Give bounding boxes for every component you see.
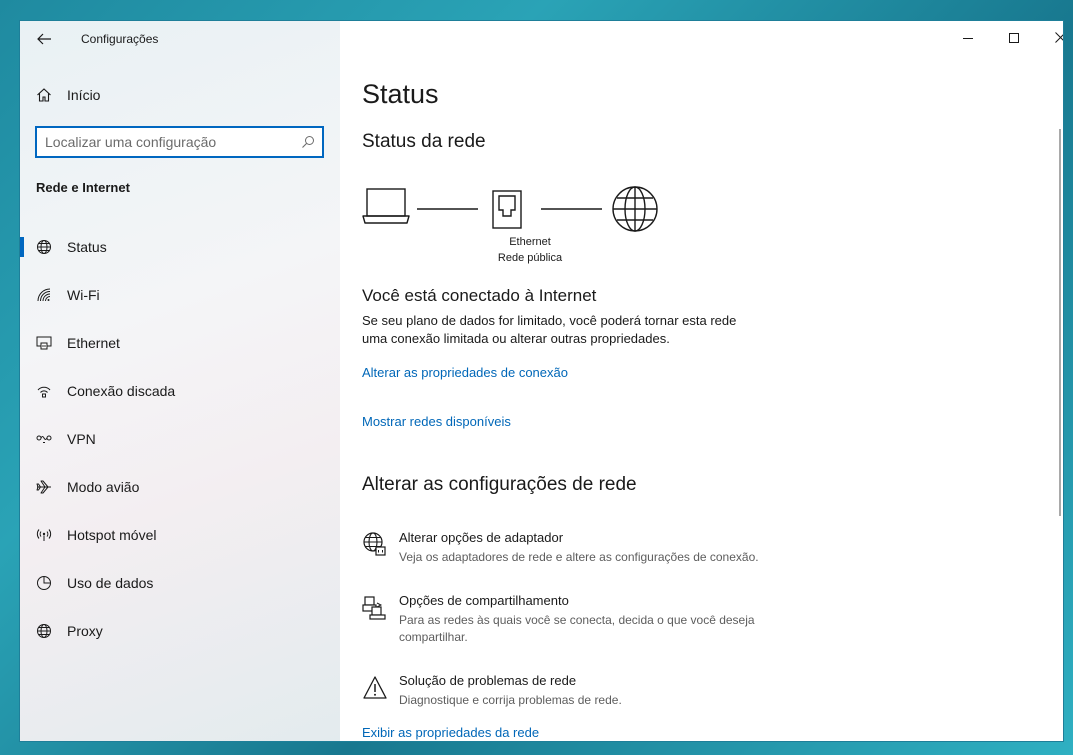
network-diagram xyxy=(362,186,658,232)
hotspot-icon xyxy=(36,529,52,541)
sidebar-item-airplane[interactable]: Modo avião xyxy=(20,467,340,507)
scrollbar[interactable] xyxy=(1059,129,1061,516)
connection-desc-line2: uma conexão limitada ou alterar outras p… xyxy=(362,331,670,346)
sidebar-item-proxy[interactable]: Proxy xyxy=(20,611,340,651)
back-arrow-icon[interactable] xyxy=(36,31,52,47)
sidebar-item-label: Status xyxy=(67,239,107,255)
warning-icon xyxy=(363,676,387,699)
sidebar-item-label: Uso de dados xyxy=(67,575,154,591)
sidebar-item-wifi[interactable]: Wi-Fi xyxy=(20,275,340,315)
minimize-icon xyxy=(963,37,973,39)
ethernet-icon xyxy=(36,336,52,350)
option-title: Solução de problemas de rede xyxy=(399,673,577,688)
adapter-name: Ethernet xyxy=(509,236,551,248)
sidebar-item-label: Modo avião xyxy=(67,479,140,495)
sidebar: Configurações Início Rede e Internet Sta… xyxy=(20,21,340,741)
change-connection-properties-link[interactable]: Alterar as propriedades de conexão xyxy=(362,365,568,380)
sharing-icon xyxy=(362,596,386,620)
connection-desc-line1: Se seu plano de dados for limitado, você… xyxy=(362,313,737,328)
main-content: Status Status da rede Ethernet Rede públ… xyxy=(340,21,1063,741)
show-available-networks-link[interactable]: Mostrar redes disponíveis xyxy=(362,414,511,429)
option-title: Alterar opções de adaptador xyxy=(399,530,564,545)
option-desc: Diagnostique e corrija problemas de rede… xyxy=(399,693,622,707)
close-icon xyxy=(1054,32,1063,43)
settings-window: Configurações Início Rede e Internet Sta… xyxy=(19,20,1064,742)
page-title: Status xyxy=(362,79,439,109)
sidebar-item-status[interactable]: Status xyxy=(20,227,340,267)
close-button[interactable] xyxy=(1037,21,1063,54)
laptop-icon xyxy=(362,188,410,224)
network-status-heading: Status da rede xyxy=(362,131,486,152)
globe-icon xyxy=(37,624,51,638)
option-title: Opções de compartilhamento xyxy=(399,593,569,608)
ethernet-port-icon xyxy=(492,190,522,229)
sidebar-item-label: Ethernet xyxy=(67,335,120,351)
search-box[interactable] xyxy=(35,126,324,158)
sidebar-item-hotspot[interactable]: Hotspot móvel xyxy=(20,515,340,555)
search-icon[interactable] xyxy=(301,135,315,149)
section-title: Rede e Internet xyxy=(36,180,130,195)
sidebar-item-vpn[interactable]: VPN xyxy=(20,419,340,459)
airplane-icon xyxy=(36,480,51,494)
sidebar-item-data-usage[interactable]: Uso de dados xyxy=(20,563,340,603)
internet-globe-icon xyxy=(612,186,658,232)
data-usage-icon xyxy=(37,576,51,590)
home-icon xyxy=(37,88,51,102)
sidebar-item-ethernet[interactable]: Ethernet xyxy=(20,323,340,363)
vpn-icon xyxy=(36,435,52,443)
option-desc: Veja os adaptadores de rede e altere as … xyxy=(399,550,759,564)
nav-home-label: Início xyxy=(67,87,101,103)
minimize-button[interactable] xyxy=(945,21,991,54)
wifi-icon xyxy=(37,288,51,302)
app-title: Configurações xyxy=(81,32,159,46)
search-input[interactable] xyxy=(45,133,295,151)
sidebar-item-label: Hotspot móvel xyxy=(67,527,157,543)
dialup-icon xyxy=(37,386,51,398)
sidebar-item-dialup[interactable]: Conexão discada xyxy=(20,371,340,411)
maximize-icon xyxy=(1009,32,1019,43)
network-type: Rede pública xyxy=(497,252,563,264)
sidebar-item-label: Wi-Fi xyxy=(67,287,100,303)
sidebar-item-label: VPN xyxy=(67,431,96,447)
maximize-button[interactable] xyxy=(991,21,1037,54)
option-desc: Para as redes às quais você se conecta, … xyxy=(399,613,755,644)
globe-icon xyxy=(37,240,51,254)
sidebar-item-label: Proxy xyxy=(67,623,103,639)
view-network-properties-link[interactable]: Exibir as propriedades da rede xyxy=(362,725,539,740)
change-settings-heading: Alterar as configurações de rede xyxy=(362,474,637,495)
connection-heading: Você está conectado à Internet xyxy=(362,286,597,305)
nav-home[interactable]: Início xyxy=(20,75,340,115)
sidebar-item-label: Conexão discada xyxy=(67,383,176,399)
adapter-icon xyxy=(363,532,386,556)
